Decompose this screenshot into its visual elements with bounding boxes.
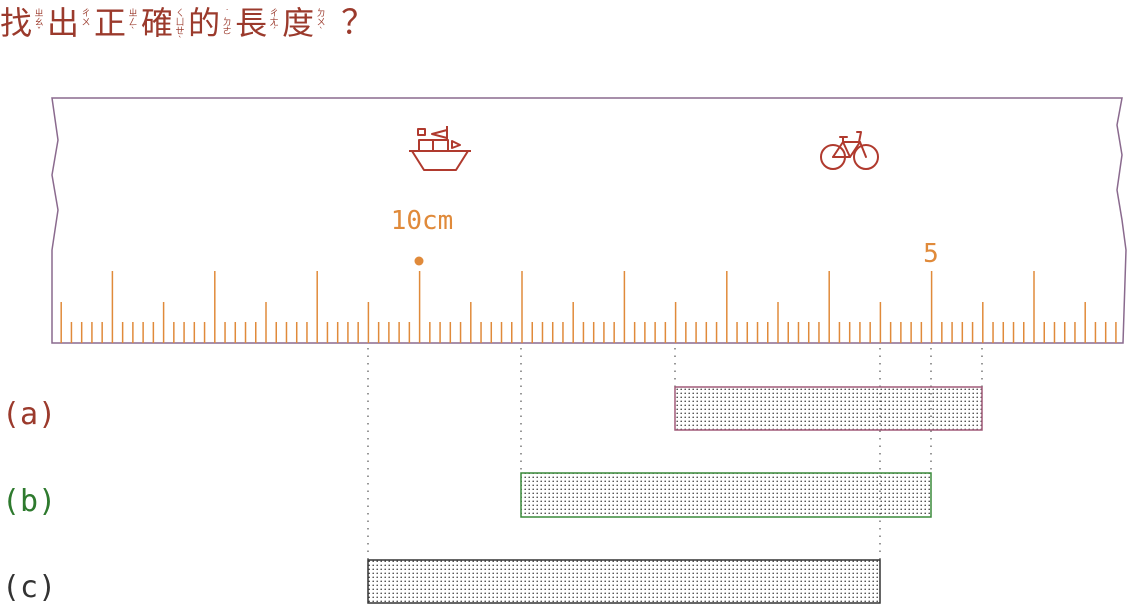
ruler-ticks xyxy=(60,271,1117,343)
bar-b[interactable] xyxy=(520,472,932,518)
option-label-a[interactable]: (a) xyxy=(2,397,56,432)
bicycle-icon xyxy=(820,131,879,170)
bar-c[interactable] xyxy=(367,559,881,604)
ruler-label-5: 5 xyxy=(923,239,939,269)
bar-a[interactable] xyxy=(674,386,983,431)
ruler-diagram: 10cm 5 xyxy=(51,97,1127,604)
ruler-outline xyxy=(51,97,1127,344)
option-label-c[interactable]: (c) xyxy=(2,570,56,605)
ruler-label-10cm: 10cm xyxy=(391,206,454,236)
guide-lines xyxy=(367,348,983,560)
option-label-b[interactable]: (b) xyxy=(2,484,56,519)
zero-marker-dot xyxy=(414,256,424,266)
ship-icon xyxy=(409,126,471,171)
